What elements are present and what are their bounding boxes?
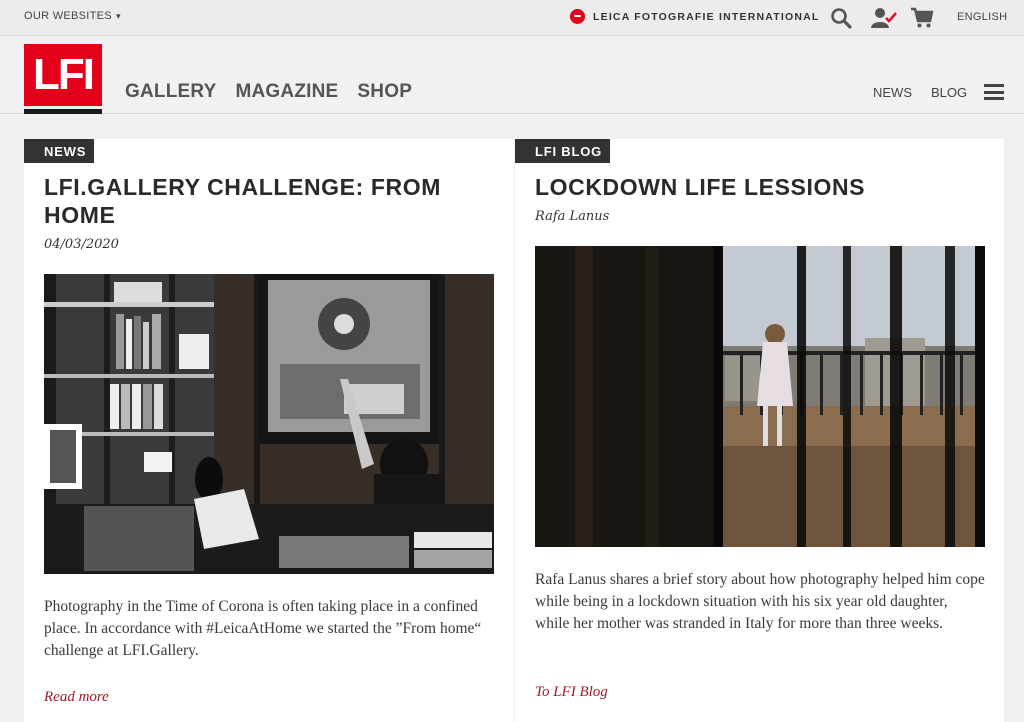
read-more-link[interactable]: Read more [44,689,109,706]
article-title[interactable]: LOCKDOWN LIFE LESSIONS [535,173,985,201]
leica-fotografie-label: LEICA FOTOGRAFIE INTERNATIONAL [593,10,820,23]
nav-blog[interactable]: BLOG [931,85,967,100]
category-badge: NEWS [24,139,95,163]
our-websites-label: OUR WEBSITES [24,10,112,22]
article-title[interactable]: LFI.GALLERY CHALLENGE: FROM HOME [44,173,494,229]
article-teaser: Photography in the Time of Corona is oft… [44,598,482,659]
article-photo[interactable] [535,246,985,547]
leica-fotografie-link[interactable]: LEICA FOTOGRAFIE INTERNATIONAL [570,9,820,24]
cart-icon[interactable] [910,6,934,30]
top-utility-bar: OUR WEBSITES ▾ LEICA FOTOGRAFIE INTERNATI… [0,0,1024,36]
nav-gallery[interactable]: GALLERY [125,81,216,103]
nav-magazine[interactable]: MAGAZINE [235,81,338,103]
hamburger-menu-icon[interactable] [984,84,1004,100]
site-header: LFI GALLERY MAGAZINE SHOP NEWS BLOG [0,37,1024,114]
lfi-logo-text: LFI [24,44,102,106]
article-photo[interactable] [44,274,494,574]
leica-logo-icon [570,9,585,24]
user-check-icon[interactable] [869,6,899,30]
chevron-down-icon: ▾ [115,11,121,21]
our-websites-dropdown[interactable]: OUR WEBSITES ▾ [24,10,121,22]
blog-card: LFI BLOG LOCKDOWN LIFE LESSIONS Rafa Lan… [514,139,1004,722]
secondary-nav: NEWS BLOG [873,85,967,100]
nav-shop[interactable]: SHOP [357,81,412,103]
logo-underline [24,109,102,114]
main-nav: GALLERY MAGAZINE SHOP [125,81,412,103]
search-icon[interactable] [829,6,853,30]
article-teaser: Rafa Lanus shares a brief story about ho… [535,571,985,632]
language-selector[interactable]: ENGLISH [957,11,1007,23]
lfi-logo[interactable]: LFI [24,44,102,114]
blog-link[interactable]: To LFI Blog [535,684,608,701]
category-badge: LFI BLOG [515,139,611,163]
nav-news[interactable]: NEWS [873,85,912,100]
article-date: 04/03/2020 [44,237,119,252]
article-author: Rafa Lanus [535,209,610,224]
news-card: NEWS LFI.GALLERY CHALLENGE: FROM HOME 04… [24,139,514,722]
